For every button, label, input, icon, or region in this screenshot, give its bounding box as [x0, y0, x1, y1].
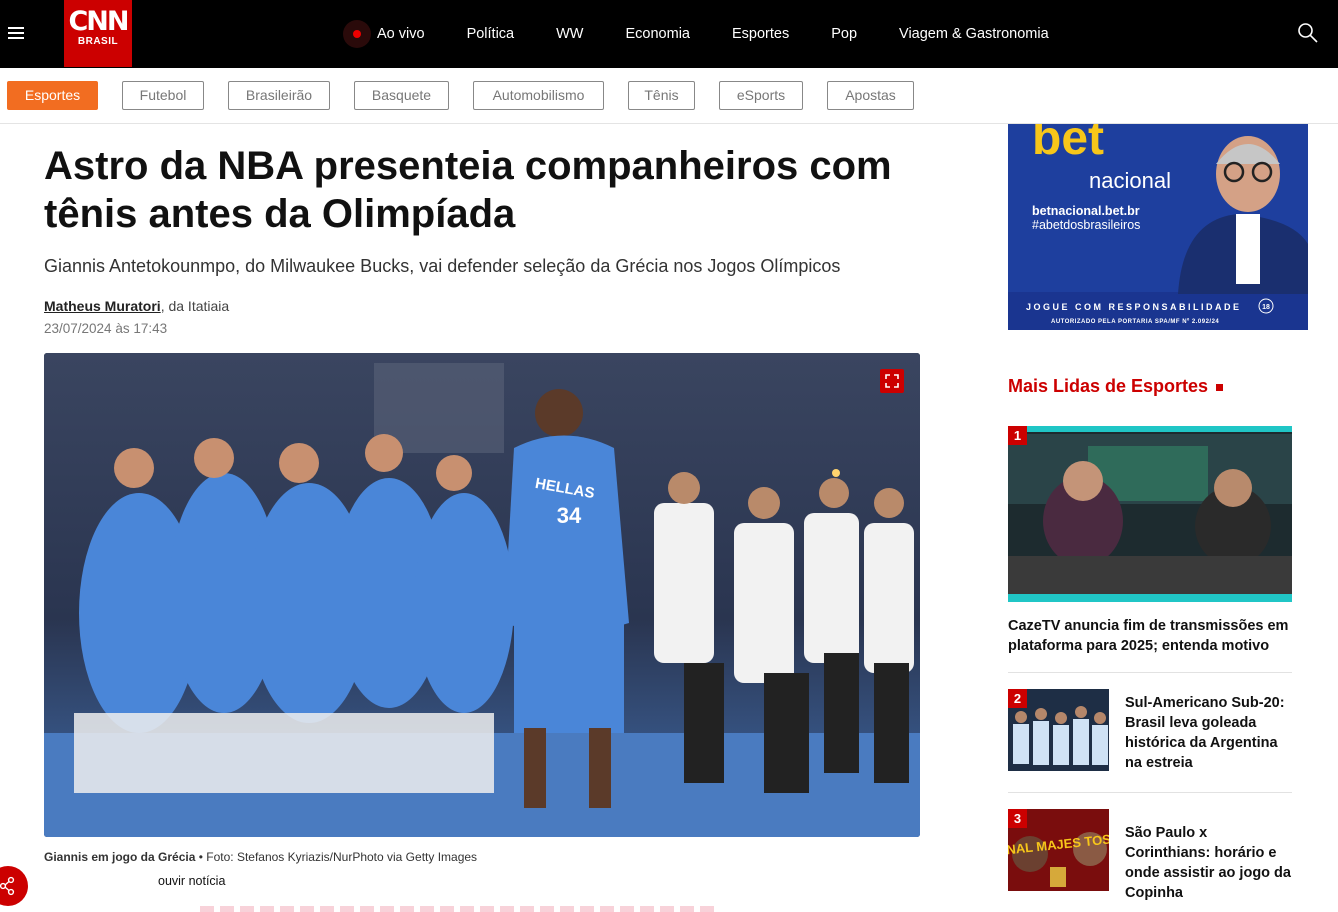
nav-label: WW — [556, 26, 584, 42]
live-record-icon — [343, 20, 371, 48]
photo-caption: Giannis em jogo da Grécia • Foto: Stefan… — [44, 850, 477, 864]
chip-basquete[interactable]: Basquete — [354, 81, 449, 110]
most-read-item-3-title[interactable]: São Paulo x Corinthians: horário e onde … — [1125, 823, 1295, 903]
ad-brand-top: bet — [1032, 124, 1104, 165]
caption-title: Giannis em jogo da Grécia — [44, 850, 196, 864]
share-icon — [0, 876, 15, 896]
logo-subtext: BRASIL — [77, 36, 119, 47]
article-lead: Giannis Antetokounmpo, do Milwaukee Buck… — [44, 256, 841, 276]
caption-credit: • Foto: Stefanos Kyriazis/NurPhoto via G… — [195, 850, 478, 864]
nav-item-ao-vivo[interactable]: Ao vivo — [343, 20, 425, 48]
hamburger-menu-icon[interactable] — [8, 27, 24, 41]
ad-artwork: bet nacional betnacional.bet.br #abetdos… — [1008, 124, 1308, 330]
divider — [1008, 792, 1292, 793]
chip-futebol[interactable]: Futebol — [122, 81, 204, 110]
nav-label: Viagem & Gastronomia — [899, 26, 1049, 42]
article-title: Astro da NBA presenteia companheiros com… — [44, 144, 892, 236]
nav-item-economia[interactable]: Economia — [626, 26, 690, 42]
chip-esportes[interactable]: Esportes — [7, 81, 98, 110]
nav-label: Ao vivo — [377, 26, 425, 42]
article-byline: Matheus Muratori, da Itatiaia — [44, 298, 229, 314]
ad-footer-authorization: AUTORIZADO PELA PORTARIA SPA/MF Nº 2.092… — [1051, 319, 1219, 325]
chip-tenis[interactable]: Tênis — [628, 81, 695, 110]
cazetv-studio-photo — [1008, 426, 1292, 602]
nav-label: Economia — [625, 26, 690, 42]
cnn-brasil-logo[interactable]: CNN BRASIL — [64, 0, 132, 67]
nav-item-esportes[interactable]: Esportes — [732, 26, 789, 42]
nav-item-pop[interactable]: Pop — [831, 26, 857, 42]
chip-apostas[interactable]: Apostas — [827, 81, 914, 110]
chip-automobilismo[interactable]: Automobilismo — [473, 81, 604, 110]
most-read-item-2-title[interactable]: Sul-Americano Sub-20: Brasil leva golead… — [1125, 693, 1295, 773]
article-date: 23/07/2024 às 17:43 — [44, 321, 168, 336]
divider — [1008, 672, 1292, 673]
nav-label: Esportes — [731, 26, 790, 42]
most-read-heading: Mais Lidas de Esportes — [1008, 376, 1224, 397]
ad-url: betnacional.bet.br — [1032, 204, 1140, 218]
most-read-item-1-image[interactable] — [1008, 426, 1292, 602]
most-read-title: Mais Lidas de Esportes — [1008, 376, 1209, 396]
author-suffix: , da Itatiaia — [160, 298, 230, 314]
logo-text: CNN — [68, 6, 129, 37]
listen-article-button[interactable]: ouvir notícia — [158, 874, 225, 888]
top-navbar: CNN BRASIL Ao vivo Política WW Economia … — [0, 0, 1338, 68]
basketball-team-photo: HELLAS 34 — [44, 353, 920, 837]
chip-brasileirao[interactable]: Brasileirão — [228, 81, 330, 110]
ad-hashtag: #abetdosbrasileiros — [1032, 218, 1140, 232]
truncated-next-text — [200, 906, 720, 912]
betnacional-ad-banner[interactable]: bet nacional betnacional.bet.br #abetdos… — [1008, 124, 1308, 330]
fullscreen-button[interactable] — [880, 369, 904, 393]
share-button[interactable] — [0, 866, 28, 906]
author-link[interactable]: Matheus Muratori — [44, 298, 161, 314]
rank-badge: 2 — [1008, 689, 1027, 708]
rank-badge: 1 — [1008, 426, 1027, 445]
nav-item-ww[interactable]: WW — [556, 26, 583, 42]
nav-label: Política — [466, 26, 515, 42]
ad-age-badge: 18 — [1262, 304, 1270, 311]
nav-label: Pop — [831, 26, 858, 42]
main-nav: Ao vivo Política WW Economia Esportes Po… — [343, 0, 1091, 68]
nav-item-politica[interactable]: Política — [467, 26, 515, 42]
nav-item-viagem[interactable]: Viagem & Gastronomia — [899, 26, 1049, 42]
expand-icon — [885, 374, 899, 388]
ad-brand-bottom: nacional — [1089, 168, 1171, 193]
ad-footer-responsible: JOGUE COM RESPONSABILIDADE — [1026, 302, 1242, 312]
search-icon[interactable] — [1297, 22, 1319, 44]
article-hero-image: HELLAS 34 — [44, 353, 920, 837]
chip-esports[interactable]: eSports — [719, 81, 803, 110]
most-read-item-1-title[interactable]: CazeTV anuncia fim de transmissões em pl… — [1008, 616, 1298, 656]
rank-badge: 3 — [1008, 809, 1027, 828]
square-bullet-icon — [1216, 383, 1224, 391]
jersey-number: 34 — [557, 503, 582, 528]
section-subnav: Esportes Futebol Brasileirão Basquete Au… — [0, 68, 1338, 124]
